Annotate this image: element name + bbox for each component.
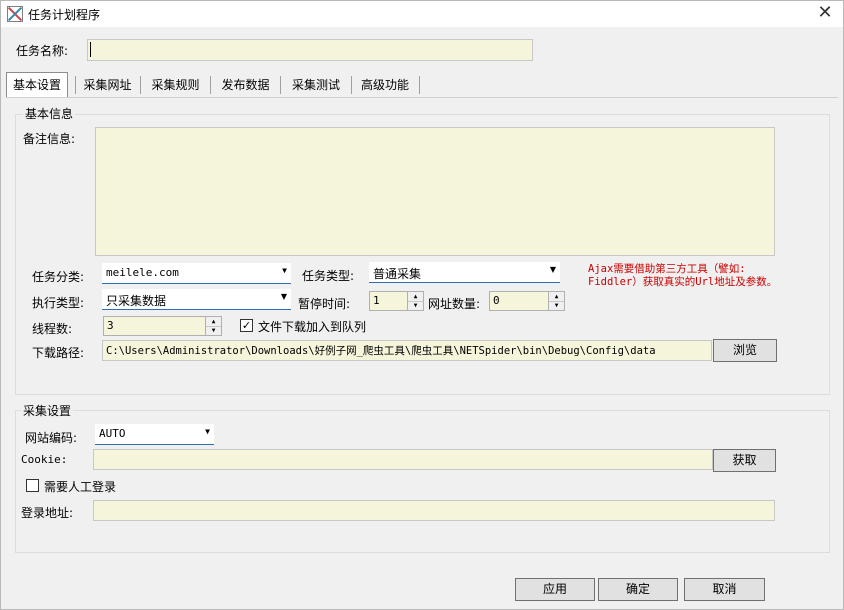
tab-rules[interactable]: 采集规则 [141, 73, 210, 97]
chevron-down-icon[interactable]: ▼ [550, 265, 556, 274]
text-caret [90, 42, 91, 57]
url-count-label: 网址数量: [428, 297, 481, 311]
encoding-combo[interactable]: AUTO ▼ [95, 424, 214, 445]
encoding-label: 网站编码: [25, 431, 78, 445]
manual-login-label: 需要人工登录 [44, 480, 117, 494]
remark-label: 备注信息: [23, 132, 76, 146]
stepper-down-icon[interactable]: ▼ [206, 326, 221, 335]
stepper-buttons: ▲ ▼ [407, 292, 423, 310]
exec-type-label: 执行类型: [32, 296, 85, 310]
threads-label: 线程数: [32, 322, 73, 336]
close-icon[interactable]: ✕ [815, 3, 835, 23]
task-window: 任务计划程序 ✕ 任务名称: 基本设置 采集网址 采集规则 发布数据 采集测试 … [0, 0, 844, 610]
apply-button[interactable]: 应用 [515, 578, 595, 601]
exec-type-value: 只采集数据 [106, 294, 167, 308]
tab-underline [6, 97, 838, 98]
cancel-button[interactable]: 取消 [684, 578, 765, 601]
stepper-buttons: ▲ ▼ [548, 292, 564, 310]
queue-label: 文件下载加入到队列 [258, 320, 367, 334]
basic-info-title: 基本信息 [23, 105, 76, 122]
tab-test[interactable]: 采集测试 [281, 73, 351, 97]
fetch-button[interactable]: 获取 [713, 449, 776, 472]
login-url-input[interactable] [93, 500, 775, 521]
pause-stepper[interactable]: 1 ▲ ▼ [369, 291, 424, 311]
cookie-label: Cookie: [21, 453, 68, 466]
queue-checkbox[interactable]: ✓ [240, 319, 253, 332]
threads-value: 3 [107, 319, 114, 332]
ajax-note-line1: Ajax需要借助第三方工具（譬如: [588, 263, 746, 275]
task-type-label: 任务类型: [302, 269, 355, 283]
url-count-stepper[interactable]: 0 ▲ ▼ [489, 291, 565, 311]
pause-value: 1 [373, 294, 380, 307]
ajax-note: Ajax需要借助第三方工具（譬如: Fiddler）获取真实的Url地址及参数。 [588, 263, 777, 289]
threads-stepper[interactable]: 3 ▲ ▼ [103, 316, 222, 336]
task-type-value: 普通采集 [373, 267, 422, 281]
task-type-combo[interactable]: 普通采集 ▼ [369, 262, 560, 283]
tab-publish[interactable]: 发布数据 [211, 73, 280, 97]
pause-label: 暂停时间: [298, 297, 351, 311]
chevron-down-icon[interactable]: ▼ [205, 427, 210, 436]
window-title: 任务计划程序 [28, 8, 101, 22]
stepper-down-icon[interactable]: ▼ [549, 301, 564, 310]
stepper-down-icon[interactable]: ▼ [408, 301, 423, 310]
ok-button[interactable]: 确定 [598, 578, 678, 601]
tab-separator [419, 76, 420, 94]
cookie-input[interactable] [93, 449, 713, 470]
download-path-label: 下载路径: [32, 346, 85, 360]
app-icon [7, 6, 23, 22]
tab-advanced[interactable]: 高级功能 [352, 73, 418, 97]
tab-basic[interactable]: 基本设置 [6, 72, 68, 98]
encoding-value: AUTO [99, 427, 126, 440]
chevron-down-icon[interactable]: ▼ [282, 266, 287, 275]
chevron-down-icon[interactable]: ▼ [281, 292, 287, 301]
category-label: 任务分类: [32, 270, 85, 284]
stepper-buttons: ▲ ▼ [205, 317, 221, 335]
task-name-input[interactable] [87, 39, 533, 61]
exec-type-combo[interactable]: 只采集数据 ▼ [102, 289, 291, 310]
task-name-label: 任务名称: [16, 44, 69, 58]
manual-login-checkbox[interactable] [26, 479, 39, 492]
ajax-note-line2: Fiddler）获取真实的Url地址及参数。 [588, 276, 778, 288]
login-url-label: 登录地址: [21, 506, 74, 520]
title-bar: 任务计划程序 ✕ [1, 1, 843, 27]
url-count-value: 0 [493, 294, 500, 307]
tab-urls[interactable]: 采集网址 [76, 73, 139, 97]
browse-button[interactable]: 浏览 [713, 339, 777, 362]
collect-settings-title: 采集设置 [21, 402, 74, 419]
category-combo[interactable]: meilele.com ▼ [102, 263, 291, 284]
download-path-input[interactable]: C:\Users\Administrator\Downloads\好例子网_爬虫… [102, 340, 712, 361]
category-value: meilele.com [106, 266, 179, 279]
remark-textarea[interactable] [95, 127, 775, 256]
